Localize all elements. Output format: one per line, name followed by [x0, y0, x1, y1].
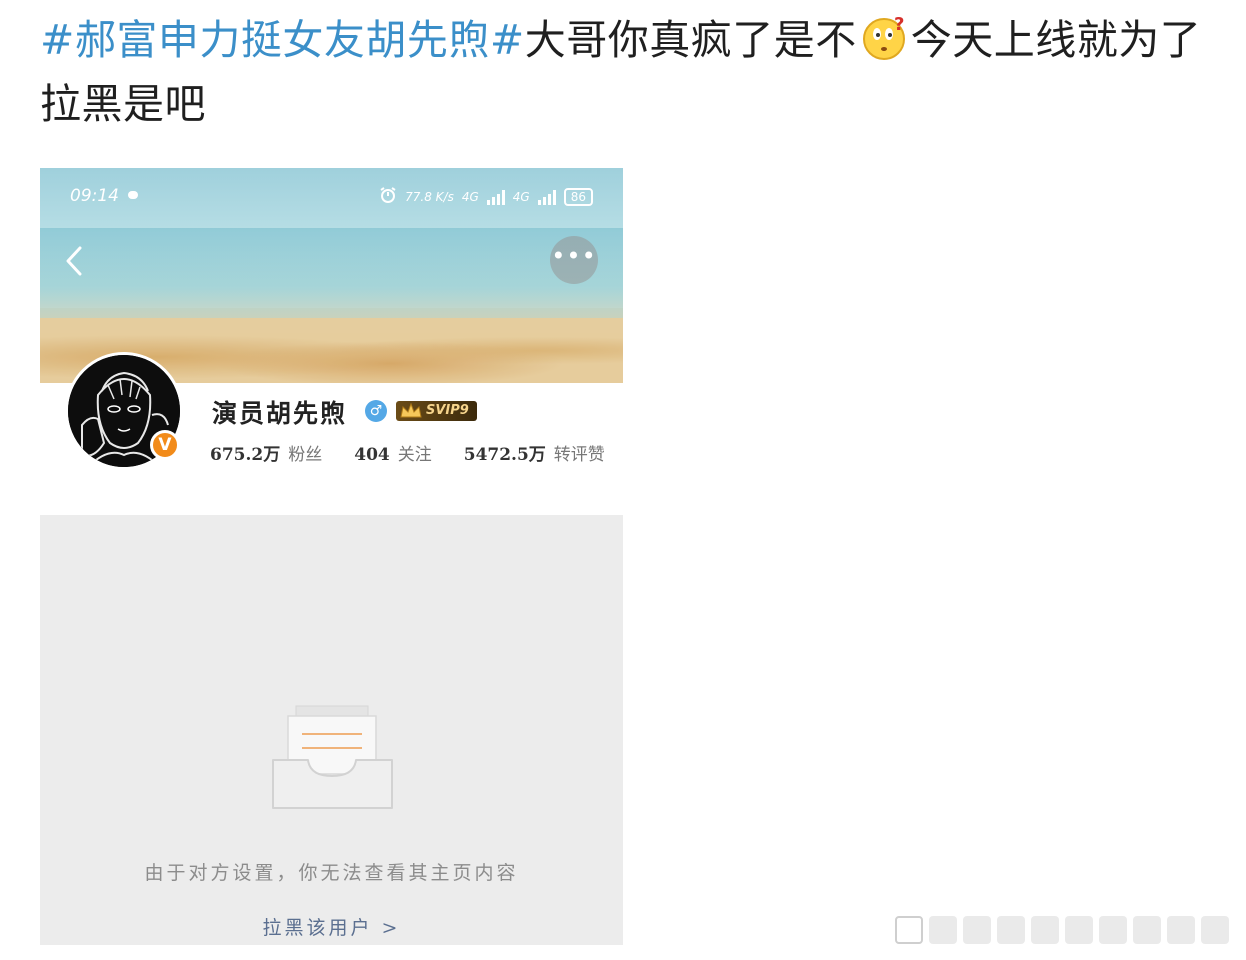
post-text-part-a: 大哥你真疯了是不	[524, 16, 857, 64]
status-indicators: 77.8 K/s 4G 4G 86	[379, 186, 593, 207]
chevron-left-icon	[66, 246, 82, 276]
stat-label: 粉丝	[288, 445, 323, 465]
profile-screenshot: 09:14 77.8 K/s 4G 4G 86 ••• V 演员胡先煦 ♂ SV…	[40, 168, 623, 945]
battery-icon: 86	[563, 187, 593, 206]
more-dots-icon: •••	[551, 242, 597, 270]
svg-text:?: ?	[894, 14, 905, 35]
profile-username: 演员胡先煦	[212, 399, 348, 428]
svip-label: SVIP9	[426, 403, 469, 418]
more-options-button[interactable]: •••	[550, 236, 598, 284]
network-label-b: 4G	[512, 189, 530, 204]
confused-face-icon: ?	[861, 14, 907, 60]
empty-inbox-icon	[272, 705, 393, 809]
signal-icon	[486, 189, 505, 205]
stat-number: 404	[354, 445, 390, 465]
image-thumb[interactable]	[963, 916, 991, 944]
image-thumb[interactable]	[1133, 916, 1161, 944]
status-bar: 09:14 77.8 K/s 4G 4G 86	[40, 186, 623, 208]
stat-label: 转评赞	[553, 445, 605, 465]
image-thumb[interactable]	[1099, 916, 1127, 944]
cloud-icon	[128, 191, 138, 199]
crown-icon	[400, 403, 422, 418]
status-time: 09:14	[70, 186, 119, 206]
image-strip	[895, 913, 1235, 947]
network-label-a: 4G	[461, 189, 479, 204]
profile-stats: 675.2万 粉丝 404 关注 5472.5万 转评赞	[210, 440, 605, 465]
image-thumb[interactable]	[997, 916, 1025, 944]
restricted-message: 由于对方设置，你无法查看其主页内容	[144, 862, 519, 884]
alarm-icon	[379, 186, 397, 207]
post-text: #郝富申力挺女友胡先煦#大哥你真疯了是不? 今天上线就为了拉黑是吧	[40, 8, 1210, 136]
stat-following[interactable]: 404 关注	[354, 440, 432, 465]
topic-link[interactable]: #郝富申力挺女友胡先煦#	[40, 16, 525, 64]
image-thumb[interactable]	[1167, 916, 1195, 944]
image-thumb[interactable]	[1031, 916, 1059, 944]
signal-icon-2	[537, 189, 556, 205]
stat-fans[interactable]: 675.2万 粉丝	[210, 440, 322, 465]
stat-likes[interactable]: 5472.5万 转评赞	[464, 440, 605, 465]
stat-label: 关注	[397, 445, 432, 465]
image-thumb[interactable]	[1065, 916, 1093, 944]
image-thumb[interactable]	[895, 916, 923, 944]
network-speed: 77.8 K/s	[405, 189, 454, 204]
stat-number: 5472.5万	[463, 445, 546, 465]
verified-badge: V	[150, 430, 180, 460]
cover-sea	[40, 228, 623, 308]
image-thumb[interactable]	[929, 916, 957, 944]
back-button[interactable]	[62, 244, 86, 278]
svip-badge[interactable]: SVIP9	[396, 401, 477, 421]
image-thumb[interactable]	[1201, 916, 1229, 944]
stat-number: 675.2万	[210, 445, 281, 465]
restricted-content-area: 由于对方设置，你无法查看其主页内容 拉黑该用户 >	[40, 515, 623, 945]
block-user-link[interactable]: 拉黑该用户 >	[40, 913, 623, 940]
male-gender-icon: ♂	[365, 400, 387, 422]
